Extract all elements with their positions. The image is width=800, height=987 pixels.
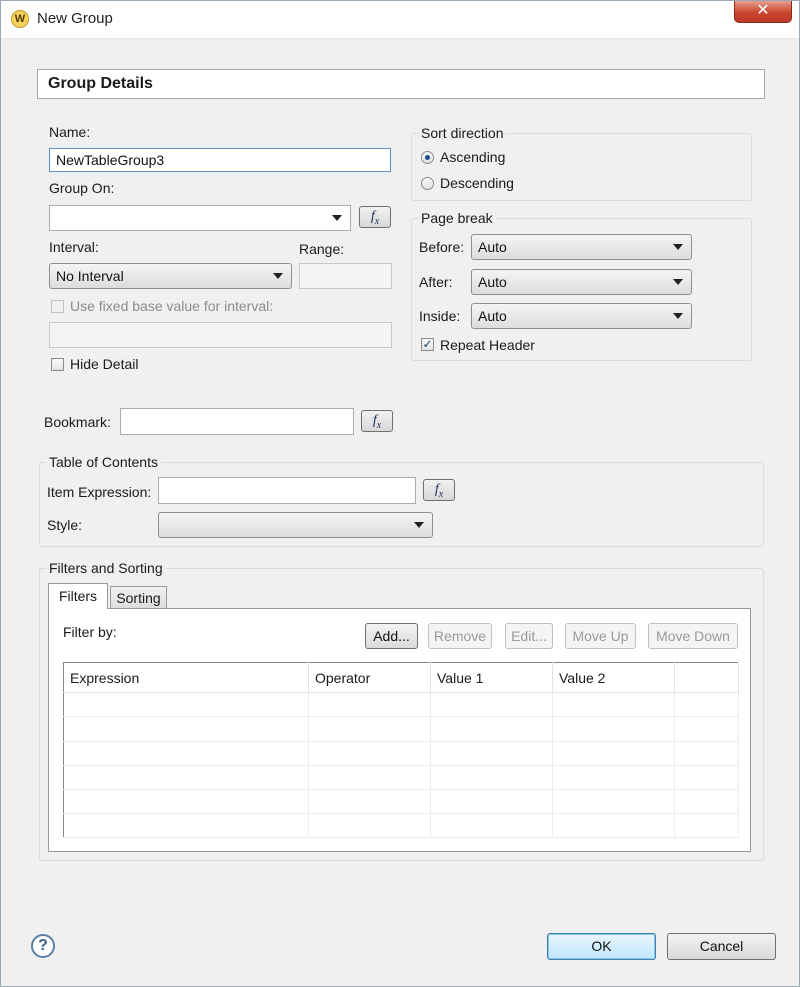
page-title: Group Details	[37, 69, 765, 99]
table-row[interactable]	[63, 813, 739, 839]
inside-dropdown[interactable]: Auto	[471, 303, 692, 329]
window-title: New Group	[37, 10, 113, 27]
filters-table[interactable]: Expression Operator Value 1 Value 2	[63, 662, 739, 839]
close-button[interactable]: ✕	[734, 1, 792, 23]
chevron-down-icon	[273, 273, 283, 279]
column-header-value-1[interactable]: Value 1	[430, 662, 553, 694]
fixed-base-input[interactable]	[49, 322, 392, 348]
interval-dropdown[interactable]: No Interval	[49, 263, 292, 289]
descending-label: Descending	[440, 175, 514, 191]
item-expression-button[interactable]: fx	[423, 479, 455, 501]
app-logo-icon: W	[11, 10, 29, 28]
column-header-expression[interactable]: Expression	[63, 662, 309, 694]
fixed-base-label: Use fixed base value for interval:	[70, 298, 274, 314]
add-filter-button[interactable]: Add...	[365, 623, 418, 649]
bookmark-label: Bookmark:	[44, 414, 111, 430]
title-bar[interactable]: W New Group ✕	[1, 1, 799, 39]
new-group-dialog: W New Group ✕ Group Details Name: NewTab…	[0, 0, 800, 987]
interval-value: No Interval	[56, 268, 124, 284]
group-on-label: Group On:	[49, 180, 115, 196]
page-break-title: Page break	[418, 210, 496, 226]
bookmark-input[interactable]	[120, 408, 354, 435]
column-header-operator[interactable]: Operator	[308, 662, 431, 694]
table-row[interactable]	[63, 741, 739, 766]
ascending-label: Ascending	[440, 149, 506, 165]
hide-detail-label: Hide Detail	[70, 356, 139, 372]
group-on-expression-button[interactable]: fx	[359, 206, 391, 228]
column-header-filler	[674, 662, 739, 694]
checkmark-icon: ✓	[422, 337, 433, 351]
table-row[interactable]	[63, 692, 739, 718]
chevron-down-icon	[414, 522, 424, 528]
table-row[interactable]	[63, 716, 739, 742]
column-header-value-2[interactable]: Value 2	[552, 662, 675, 694]
style-label: Style:	[47, 517, 83, 533]
tab-filters[interactable]: Filters	[48, 583, 108, 609]
after-value: Auto	[478, 274, 507, 290]
interval-label: Interval:	[49, 239, 99, 255]
inside-value: Auto	[478, 308, 507, 324]
before-label: Before:	[419, 239, 465, 255]
chevron-down-icon	[673, 313, 683, 319]
cancel-button[interactable]: Cancel	[667, 933, 776, 960]
group-on-dropdown[interactable]	[49, 205, 351, 231]
ok-button[interactable]: OK	[547, 933, 656, 960]
edit-filter-button[interactable]: Edit...	[505, 623, 553, 649]
after-label: After:	[419, 274, 453, 290]
hide-detail-checkbox[interactable]	[51, 358, 64, 371]
name-label: Name:	[49, 124, 91, 140]
before-dropdown[interactable]: Auto	[471, 234, 692, 260]
fx-icon: fx	[370, 209, 380, 227]
toc-title: Table of Contents	[46, 454, 161, 470]
help-icon[interactable]: ?	[31, 934, 55, 958]
bookmark-expression-button[interactable]: fx	[361, 410, 393, 432]
fx-icon: fx	[372, 413, 382, 431]
fixed-base-checkbox[interactable]	[51, 300, 64, 313]
fx-icon: fx	[434, 482, 444, 500]
name-input[interactable]: NewTableGroup3	[49, 148, 391, 172]
filter-by-label: Filter by:	[63, 624, 117, 640]
move-up-button[interactable]: Move Up	[565, 623, 636, 649]
remove-filter-button[interactable]: Remove	[428, 623, 492, 649]
chevron-down-icon	[673, 244, 683, 250]
chevron-down-icon	[673, 279, 683, 285]
style-dropdown[interactable]	[158, 512, 433, 538]
table-row[interactable]	[63, 765, 739, 790]
inside-label: Inside:	[419, 308, 461, 324]
range-input[interactable]	[299, 263, 392, 289]
item-expression-label: Item Expression:	[47, 484, 152, 500]
move-down-button[interactable]: Move Down	[648, 623, 738, 649]
descending-radio[interactable]	[421, 177, 434, 190]
ascending-radio[interactable]	[421, 151, 434, 164]
chevron-down-icon	[332, 215, 342, 221]
tab-sorting[interactable]: Sorting	[110, 586, 167, 609]
repeat-header-label: Repeat Header	[440, 337, 535, 353]
table-row[interactable]	[63, 789, 739, 814]
after-dropdown[interactable]: Auto	[471, 269, 692, 295]
table-header-row: Expression Operator Value 1 Value 2	[63, 662, 739, 694]
repeat-header-checkbox[interactable]: ✓	[421, 338, 434, 351]
sort-direction-title: Sort direction	[418, 125, 507, 141]
filters-sorting-title: Filters and Sorting	[46, 560, 166, 576]
range-label: Range:	[299, 241, 345, 257]
item-expression-input[interactable]	[158, 477, 416, 504]
before-value: Auto	[478, 239, 507, 255]
